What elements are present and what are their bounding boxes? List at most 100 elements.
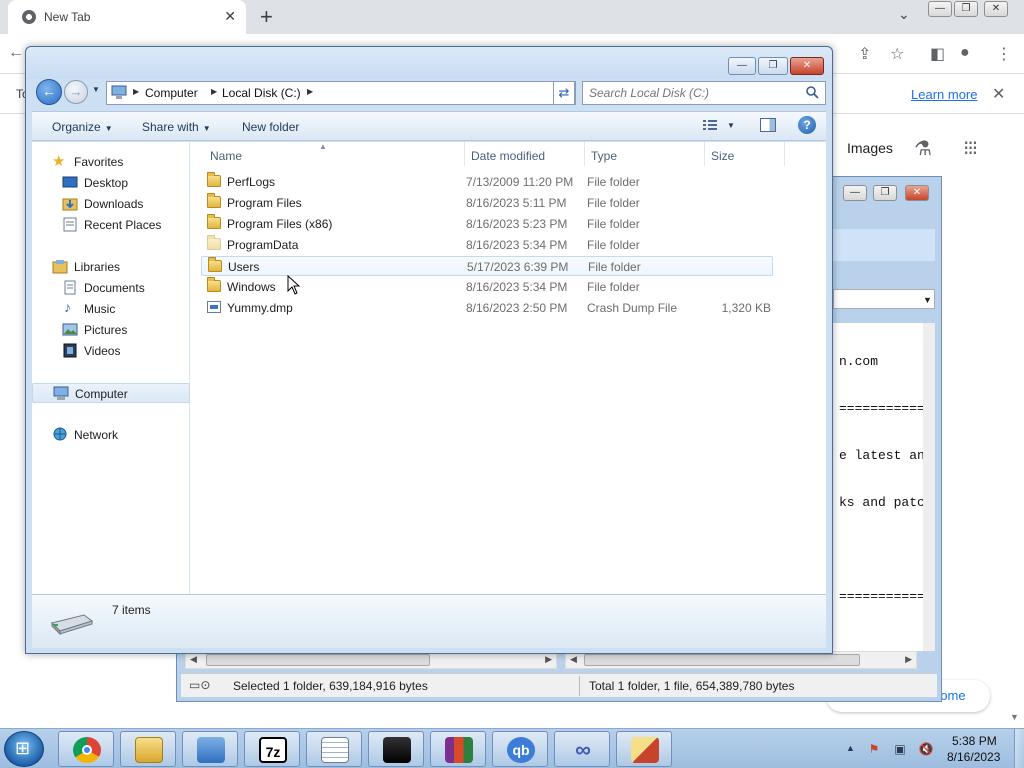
search-box[interactable] <box>582 81 826 105</box>
scroll-right-icon[interactable]: ▶ <box>905 654 912 665</box>
explorer-titlebar[interactable]: — ❐ ✕ <box>26 47 832 79</box>
share-icon[interactable]: ⇪ <box>858 44 871 64</box>
file-row-perflogs[interactable]: PerfLogs 7/13/2009 11:20 PM File folder <box>201 172 773 192</box>
organize-menu-button[interactable]: Organize ▼ <box>52 120 113 134</box>
star-icon[interactable]: ☆ <box>890 44 904 64</box>
taskbar-network-tool[interactable] <box>182 731 238 767</box>
nav-desktop[interactable]: Desktop <box>32 173 190 193</box>
labs-flask-icon[interactable]: ⚗ <box>914 136 932 161</box>
breadcrumb-local-disk[interactable]: Local Disk (C:) <box>222 86 301 100</box>
share-with-menu-button[interactable]: Share with ▼ <box>142 120 211 134</box>
google-images-link[interactable]: Images <box>847 140 893 156</box>
scroll-thumb[interactable] <box>206 654 430 666</box>
forward-arrow-icon[interactable]: → <box>64 80 88 104</box>
breadcrumb-separator-icon[interactable]: ▶ <box>307 87 313 96</box>
column-header-name[interactable]: Name <box>210 149 242 163</box>
explorer-close-button[interactable]: ✕ <box>790 57 824 75</box>
explorer-maximize-button[interactable]: ❐ <box>758 57 788 75</box>
7zip-path-combo[interactable] <box>833 289 935 309</box>
nav-libraries[interactable]: Libraries <box>32 257 190 277</box>
breadcrumb-separator-icon[interactable]: ▶ <box>211 87 217 96</box>
volume-muted-icon[interactable]: 🔇 <box>918 741 934 757</box>
menu-icon[interactable]: ⋮ <box>996 44 1012 64</box>
taskbar-chrome[interactable] <box>58 731 114 767</box>
taskbar-winrar[interactable] <box>430 731 486 767</box>
help-icon[interactable]: ? <box>798 116 816 134</box>
view-options-dropdown-icon[interactable]: ▼ <box>727 121 735 130</box>
file-row-programdata[interactable]: ProgramData 8/16/2023 5:34 PM File folde… <box>201 235 773 255</box>
recent-pages-dropdown-icon[interactable]: ▼ <box>92 85 100 94</box>
network-tray-icon[interactable]: ▣ <box>892 741 908 757</box>
search-icon[interactable] <box>805 85 819 99</box>
side-panel-icon[interactable]: ◧ <box>930 44 945 64</box>
chrome-restore-button[interactable]: ❐ <box>954 1 978 17</box>
preview-pane-icon[interactable] <box>760 118 776 132</box>
nav-downloads[interactable]: Downloads <box>32 194 190 214</box>
file-row-program-files-x86[interactable]: Program Files (x86) 8/16/2023 5:23 PM Fi… <box>201 214 773 234</box>
tab-search-icon[interactable]: ⌄ <box>898 6 910 23</box>
file-row-yummy-dmp[interactable]: Yummy.dmp 8/16/2023 2:50 PM Crash Dump F… <box>201 298 773 318</box>
scroll-down-arrow-icon[interactable]: ▼ <box>1010 712 1019 722</box>
nav-network[interactable]: Network <box>32 425 190 445</box>
file-row-program-files[interactable]: Program Files 8/16/2023 5:11 PM File fol… <box>201 193 773 213</box>
breadcrumb-separator-icon[interactable]: ▶ <box>133 87 139 96</box>
search-input[interactable] <box>589 85 799 101</box>
scroll-left-icon[interactable]: ◀ <box>570 654 577 665</box>
new-folder-button[interactable]: New folder <box>242 120 299 134</box>
new-tab-button[interactable]: + <box>260 4 273 30</box>
taskbar-notepad[interactable] <box>306 731 362 767</box>
scroll-left-icon[interactable]: ◀ <box>190 654 197 665</box>
column-header-type[interactable]: Type <box>591 149 617 163</box>
show-hidden-icons-arrow-icon[interactable]: ▲ <box>846 743 855 753</box>
back-arrow-icon[interactable]: ← <box>36 79 62 105</box>
taskbar-7zip[interactable]: 7z <box>244 731 300 767</box>
7zip-vertical-scrollbar[interactable] <box>923 323 935 651</box>
nav-music[interactable]: ♪ Music <box>32 299 190 319</box>
close-tab-icon[interactable]: ✕ <box>224 8 236 25</box>
taskbar-infinity-app[interactable]: ∞ <box>554 731 610 767</box>
scroll-thumb[interactable] <box>584 654 860 666</box>
taskbar-explorer[interactable] <box>120 731 176 767</box>
nav-computer[interactable]: Computer <box>32 383 190 403</box>
chrome-minimize-button[interactable]: — <box>928 1 952 17</box>
taskbar-cat-app[interactable] <box>368 731 424 767</box>
back-icon[interactable]: ← <box>8 44 24 62</box>
7zip-minimize-button[interactable]: — <box>843 185 867 201</box>
column-header-size[interactable]: Size <box>711 149 734 163</box>
breadcrumb-computer[interactable]: Computer <box>145 86 198 100</box>
7zip-close-button[interactable]: ✕ <box>905 185 929 201</box>
explorer-body: ★ Favorites Desktop Downloads Recent Pla… <box>32 142 826 594</box>
file-row-users[interactable]: Users 5/17/2023 6:39 PM File folder <box>201 256 773 276</box>
7zip-restore-button[interactable]: ❐ <box>873 185 897 201</box>
explorer-minimize-button[interactable]: — <box>728 57 756 75</box>
change-view-icon[interactable] <box>702 118 718 132</box>
chrome-tab-new-tab[interactable]: New Tab ✕ <box>8 0 246 34</box>
scroll-right-icon[interactable]: ▶ <box>545 654 552 665</box>
flag-alert-icon[interactable]: ⚑ <box>866 741 882 757</box>
combo-dropdown-icon[interactable]: ▼ <box>923 295 932 305</box>
nav-documents[interactable]: Documents <box>32 278 190 298</box>
nav-pictures[interactable]: Pictures <box>32 320 190 340</box>
nav-favorites[interactable]: ★ Favorites <box>32 152 190 172</box>
clock-date[interactable]: 8/16/2023 <box>947 750 1000 764</box>
taskbar-qbittorrent[interactable]: qb <box>492 731 548 767</box>
clock-time[interactable]: 5:38 PM <box>952 734 997 748</box>
learn-more-link[interactable]: Learn more <box>911 87 977 102</box>
infobar-close-icon[interactable]: ✕ <box>992 84 1005 104</box>
show-desktop-button[interactable] <box>1014 729 1024 768</box>
start-button[interactable] <box>4 731 44 767</box>
column-divider[interactable] <box>784 142 785 166</box>
column-header-date-modified[interactable]: Date modified <box>471 149 545 163</box>
column-divider[interactable] <box>584 142 585 166</box>
profile-icon[interactable]: ● <box>960 44 970 62</box>
chrome-close-button[interactable]: ✕ <box>984 1 1008 17</box>
column-divider[interactable] <box>704 142 705 166</box>
address-bar[interactable]: ▶ Computer ▶ Local Disk (C:) ▶ ▼ <box>106 81 576 105</box>
column-divider[interactable] <box>464 142 465 166</box>
nav-videos[interactable]: Videos <box>32 341 190 361</box>
google-apps-grid-icon[interactable]: ⁝⁝⁝ <box>963 136 978 161</box>
taskbar-installer[interactable] <box>616 731 672 767</box>
nav-recent-places[interactable]: Recent Places <box>32 215 190 235</box>
refresh-icon[interactable]: ⇄ <box>553 81 575 105</box>
computer-icon <box>53 386 69 400</box>
